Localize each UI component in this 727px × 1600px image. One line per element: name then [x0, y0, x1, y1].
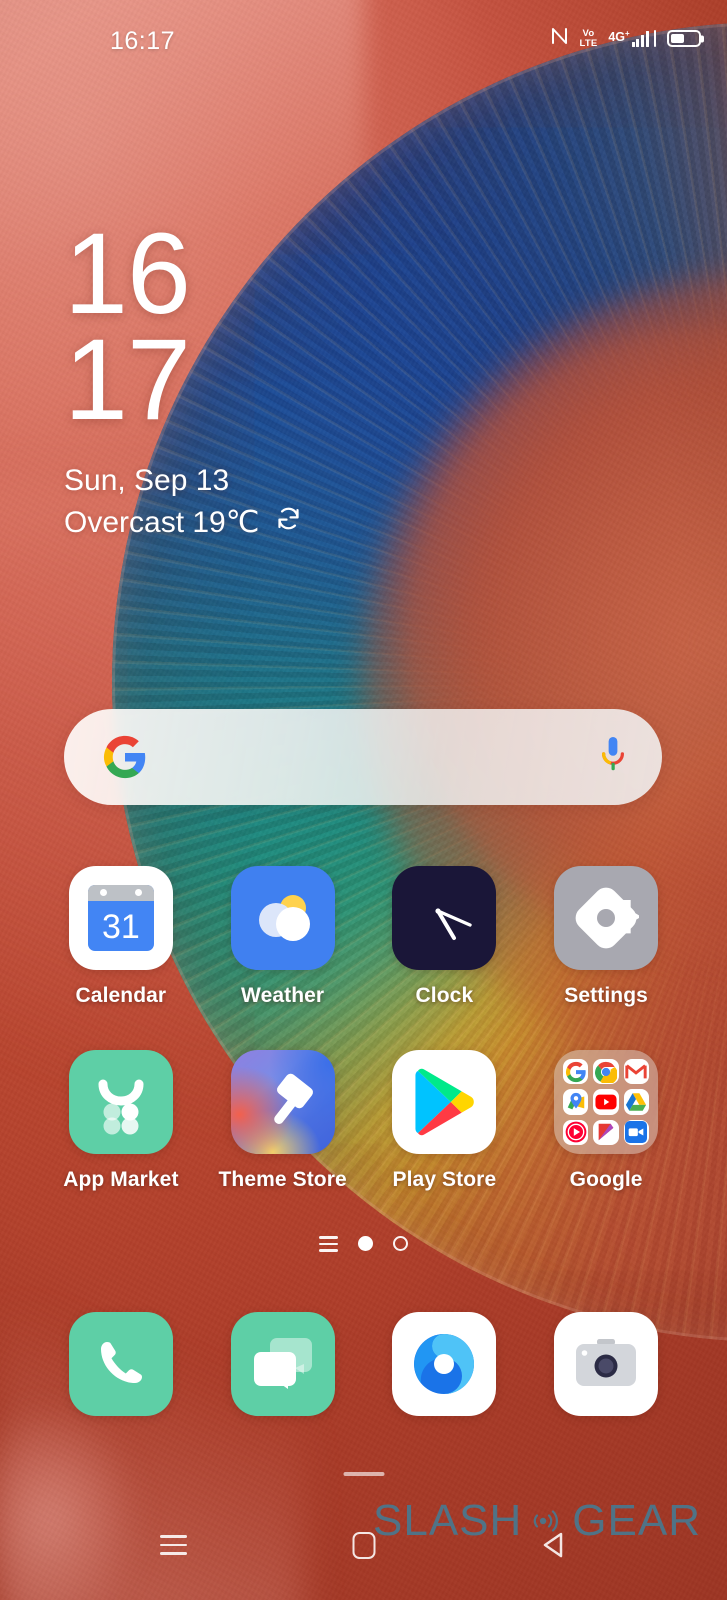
status-bar: 16:17 Vo LTE 4G+ — [0, 0, 727, 72]
page-indicator[interactable] — [0, 1236, 727, 1252]
list-lines-icon[interactable] — [319, 1236, 338, 1252]
app-settings[interactable]: Settings — [525, 866, 687, 1008]
mobile-network-icon: 4G+ — [608, 30, 656, 47]
google-search-icon — [563, 1059, 589, 1085]
refresh-icon[interactable] — [275, 502, 302, 545]
volte-icon: Vo LTE — [579, 28, 598, 49]
folder-preview-grid — [563, 1059, 650, 1145]
messages-icon[interactable] — [230, 1312, 335, 1416]
home-icon[interactable] — [352, 1531, 375, 1559]
calendar-body: 31 — [87, 885, 154, 951]
app-market-icon[interactable] — [68, 1050, 173, 1154]
meet-icon — [623, 1119, 650, 1145]
app-weather[interactable]: Weather — [202, 866, 364, 1008]
drive-icon — [623, 1089, 650, 1115]
status-bar-icons: Vo LTE 4G+ — [550, 26, 701, 51]
battery-fill — [670, 33, 684, 44]
youtube-icon — [593, 1089, 619, 1115]
calendar-header — [87, 885, 154, 901]
maps-icon — [563, 1089, 589, 1115]
play-movies-icon — [593, 1119, 619, 1145]
phone-icon[interactable] — [68, 1312, 173, 1416]
dock-app-camera[interactable] — [525, 1312, 687, 1416]
chrome-icon — [593, 1059, 619, 1085]
app-label: Google — [569, 1168, 643, 1191]
clock-hours: 16 — [64, 210, 191, 338]
page-dot-inactive[interactable] — [393, 1236, 408, 1252]
dock — [0, 1312, 727, 1416]
dock-app-browser[interactable] — [364, 1312, 526, 1416]
weather-icon[interactable] — [230, 866, 335, 970]
recents-icon[interactable] — [160, 1535, 187, 1555]
signal-bars-icon — [631, 30, 649, 47]
drag-handle[interactable] — [343, 1472, 384, 1476]
back-icon[interactable] — [539, 1530, 567, 1560]
clock-icon[interactable] — [392, 866, 497, 970]
dock-app-phone[interactable] — [40, 1312, 202, 1416]
microphone-icon[interactable] — [598, 735, 628, 779]
camera-icon[interactable] — [554, 1312, 659, 1416]
app-label: Weather — [241, 984, 325, 1007]
clock-widget[interactable]: 16 17 Sun, Sep 13 Overcast 19℃ — [64, 210, 302, 545]
app-grid: 31 Calendar Weather Clock Settings App M… — [0, 866, 727, 1192]
app-calendar[interactable]: 31 Calendar — [40, 866, 202, 1008]
clock-minutes: 17 — [64, 315, 191, 444]
app-app-market[interactable]: App Market — [40, 1050, 202, 1192]
signal-divider — [653, 30, 656, 47]
dock-app-messages[interactable] — [202, 1312, 364, 1416]
app-label: Calendar — [75, 984, 167, 1007]
app-clock[interactable]: Clock — [364, 866, 526, 1008]
battery-icon — [667, 30, 701, 47]
app-label: Clock — [415, 984, 474, 1007]
weather-text: Overcast 19℃ — [64, 506, 260, 540]
youtube-music-icon — [563, 1119, 589, 1145]
app-label: App Market — [63, 1168, 179, 1191]
gmail-icon — [623, 1059, 650, 1085]
browser-icon[interactable] — [392, 1312, 497, 1416]
calendar-icon[interactable]: 31 — [68, 866, 173, 970]
google-search-bar[interactable] — [64, 709, 662, 805]
nfc-icon — [550, 26, 569, 51]
google-folder-icon[interactable] — [554, 1050, 659, 1154]
play-store-icon[interactable] — [392, 1050, 497, 1154]
calendar-day-number: 31 — [101, 908, 140, 946]
app-label: Play Store — [392, 1168, 497, 1191]
app-folder-google[interactable]: Google — [525, 1050, 687, 1192]
app-theme-store[interactable]: Theme Store — [202, 1050, 364, 1192]
home-screen: 16:17 Vo LTE 4G+ 16 17 Sun, Sep 13 Overc… — [0, 0, 727, 1600]
app-label: Settings — [564, 984, 648, 1007]
settings-gear-icon[interactable] — [554, 866, 659, 970]
clock-date: Sun, Sep 13 — [64, 463, 230, 497]
clock-weather[interactable]: Overcast 19℃ — [64, 502, 302, 545]
status-bar-clock: 16:17 — [110, 27, 176, 55]
google-g-icon[interactable] — [102, 734, 148, 780]
navigation-bar — [0, 1510, 727, 1580]
app-play-store[interactable]: Play Store — [364, 1050, 526, 1192]
page-dot-active[interactable] — [358, 1236, 373, 1252]
theme-store-icon[interactable] — [230, 1050, 335, 1154]
app-label: Theme Store — [218, 1168, 347, 1191]
